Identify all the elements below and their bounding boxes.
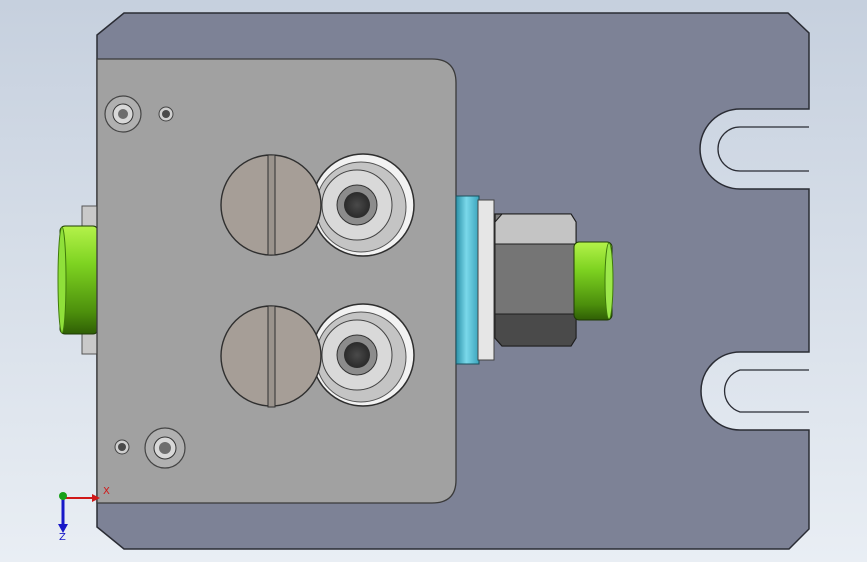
- lower-cap-screw: [220, 305, 322, 408]
- top-left-screw: [104, 95, 142, 133]
- bottom-pin-hole: [114, 439, 130, 455]
- lower-port-counterbore: [311, 303, 415, 407]
- bottom-right-screw: [144, 427, 186, 469]
- upper-cap-screw: [220, 154, 322, 256]
- upper-port-counterbore: [311, 153, 415, 257]
- right-fitting-face: [604, 242, 614, 320]
- model-canvas[interactable]: [0, 0, 867, 562]
- triad-x-label: X: [103, 486, 110, 497]
- seal-ring: [455, 195, 480, 365]
- top-pin-hole: [158, 106, 174, 122]
- hex-nut-middle-facet: [494, 243, 577, 315]
- triad-origin: [59, 492, 67, 500]
- hex-nut-upper-facet: [494, 213, 577, 245]
- triad-z-label: Z: [59, 532, 66, 543]
- cad-viewport[interactable]: X Z: [0, 0, 867, 562]
- hex-nut-lower-facet: [494, 313, 577, 347]
- washer: [477, 199, 495, 361]
- left-fitting-face: [57, 226, 67, 334]
